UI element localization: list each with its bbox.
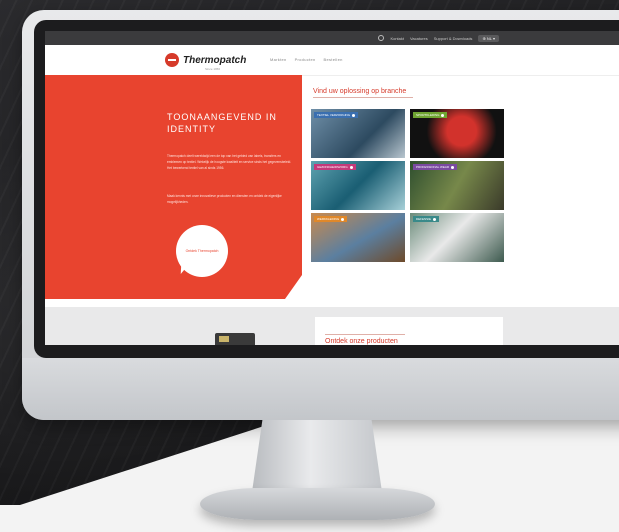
hero-paragraph-1: Thermopatch deelt wereldwijd een de top … [167, 154, 292, 170]
nav-item-producten[interactable]: Producten [295, 57, 316, 62]
hero-cta-button[interactable]: Ontdek Thermopatch [176, 225, 228, 277]
topbar-link-vacatures[interactable]: Vacatures [410, 36, 428, 41]
tile-label: SPORTKLEDING [413, 112, 448, 118]
monitor-stand-neck [252, 420, 382, 492]
tile-werkkleding[interactable]: WERKKLEDING [311, 213, 405, 262]
hero-cta-label: Ontdek Thermopatch [185, 248, 219, 253]
top-bar: Kontakt Vacatures Support & Downloads ⊕ … [45, 31, 619, 45]
product-image [215, 333, 255, 345]
nav-links: Markten Producten Bestellen [270, 57, 343, 62]
search-icon[interactable] [378, 35, 385, 41]
logo-tagline: Since 1956 [205, 67, 221, 71]
arrow-icon [341, 217, 345, 221]
website-screen: Kontakt Vacatures Support & Downloads ⊕ … [45, 31, 619, 345]
tile-textiel-verzorging[interactable]: TEXTIEL VERZORGING [311, 109, 405, 158]
branche-divider [313, 97, 413, 98]
hero-paragraph-2: Maak kennis met onze innovatieve product… [167, 194, 282, 204]
main-nav: Thermopatch Since 1956 Markten Producten… [45, 45, 619, 76]
tile-label: TEXTIEL VERZORGING [314, 112, 359, 118]
branche-title: Vind uw oplossing op branche [313, 88, 407, 95]
tile-professional-wear[interactable]: PROFESSIONAL WEAR [410, 161, 504, 210]
logo-text: Thermopatch [183, 54, 247, 66]
tile-gezondheidszorg[interactable]: GEZONDHEIDSZORG [311, 161, 405, 210]
tile-label-text: TEXTIEL VERZORGING [317, 113, 351, 117]
tile-label-text: WERKKLEDING [317, 217, 340, 221]
nav-item-markten[interactable]: Markten [270, 57, 287, 62]
arrow-icon [451, 165, 455, 169]
topbar-link-support[interactable]: Support & Downloads [434, 36, 473, 41]
tile-label-text: GEZONDHEIDSZORG [317, 165, 348, 169]
tile-label-text: DEFENSIE [416, 217, 432, 221]
language-selector[interactable]: ⊕ NL ▾ [478, 34, 499, 42]
products-title: Ontdek onze producten [325, 338, 398, 345]
tile-label: DEFENSIE [413, 216, 440, 222]
monitor-stand-base [200, 488, 435, 520]
tile-label-text: SPORTKLEDING [416, 113, 440, 117]
arrow-icon [433, 217, 437, 221]
logo[interactable]: Thermopatch [165, 53, 246, 67]
tile-label: GEZONDHEIDSZORG [314, 164, 356, 170]
tile-sportkleding[interactable]: SPORTKLEDING [410, 109, 504, 158]
hero-title: TOONAANGEVEND IN IDENTITY [167, 112, 277, 134]
tile-label: PROFESSIONAL WEAR [413, 164, 458, 170]
nav-item-bestellen[interactable]: Bestellen [324, 57, 343, 62]
branche-tiles: TEXTIEL VERZORGING SPORTKLEDING GEZONDHE… [311, 109, 504, 263]
tile-label: WERKKLEDING [314, 216, 348, 222]
language-label: NL [486, 35, 492, 41]
tile-label-text: PROFESSIONAL WEAR [416, 165, 450, 169]
arrow-icon [352, 113, 356, 117]
monitor-chin [22, 358, 619, 420]
topbar-link-kontakt[interactable]: Kontakt [390, 36, 404, 41]
tile-defensie[interactable]: DEFENSIE [410, 213, 504, 262]
arrow-icon [349, 165, 353, 169]
hero-panel [45, 75, 302, 299]
products-divider [325, 334, 405, 335]
arrow-icon [441, 113, 445, 117]
thermopatch-logo-icon [165, 53, 179, 67]
